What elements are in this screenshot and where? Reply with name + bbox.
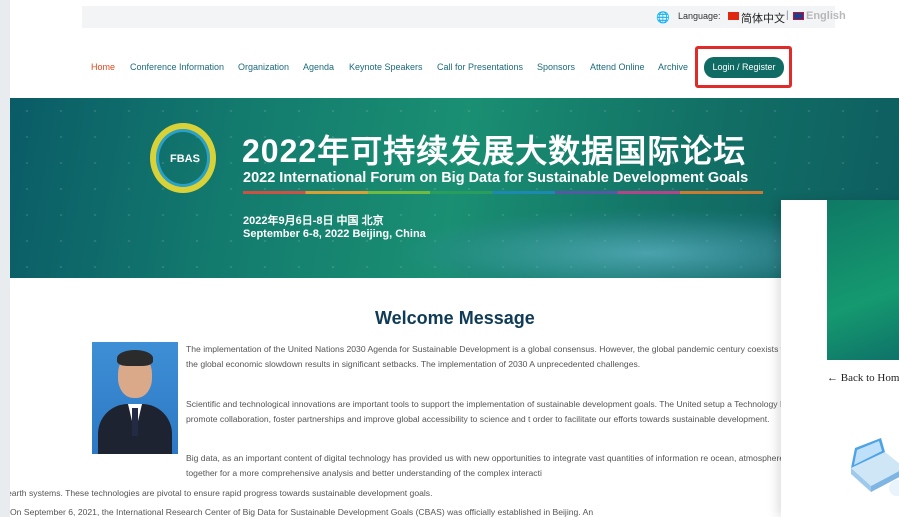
nav-item-call-for-presentations[interactable]: Call for Presentations bbox=[437, 62, 523, 72]
language-option-english[interactable]: English bbox=[806, 10, 846, 22]
laptop-illustration-icon bbox=[851, 438, 899, 496]
language-separator: | bbox=[786, 10, 789, 21]
sdg-color-strip bbox=[243, 191, 763, 194]
language-label: Language: bbox=[678, 11, 721, 21]
hero-banner: FBAS 2022年可持续发展大数据国际论坛 2022 Internationa… bbox=[10, 98, 899, 278]
nav-item-conference-information[interactable]: Conference Information bbox=[130, 62, 224, 72]
nav-item-organization[interactable]: Organization bbox=[238, 62, 289, 72]
login-highlight-box bbox=[695, 46, 792, 88]
banner-date-english: September 6-8, 2022 Beijing, China bbox=[243, 228, 426, 240]
nav-item-keynote-speakers[interactable]: Keynote Speakers bbox=[349, 62, 423, 72]
welcome-paragraph-4: On September 6, 2021, the International … bbox=[10, 507, 594, 517]
side-overlay-panel: ← Back to Home bbox=[781, 200, 899, 517]
nav-item-agenda[interactable]: Agenda bbox=[303, 62, 334, 72]
overlay-banner-image bbox=[827, 200, 899, 360]
banner-title-chinese: 2022年可持续发展大数据国际论坛 bbox=[242, 133, 747, 169]
globe-icon: 🌐 bbox=[656, 12, 670, 24]
banner-title-english: 2022 International Forum on Big Data for… bbox=[243, 170, 749, 186]
uk-flag-icon[interactable] bbox=[793, 12, 804, 20]
nav-item-archive[interactable]: Archive bbox=[658, 62, 688, 72]
back-to-home-link[interactable]: ← Back to Home bbox=[827, 372, 899, 384]
logo-text: FBAS bbox=[170, 153, 200, 165]
page: 🌐 Language: 简体中文 | English Home Conferen… bbox=[10, 0, 899, 517]
speaker-photo bbox=[92, 342, 178, 454]
nav-item-home[interactable]: Home bbox=[91, 62, 115, 72]
banner-date-chinese: 2022年9月6日-8日 中国 北京 bbox=[243, 215, 384, 227]
language-bar: 🌐 Language: 简体中文 | English bbox=[82, 6, 846, 28]
language-option-chinese[interactable]: 简体中文 bbox=[741, 10, 785, 26]
china-flag-icon[interactable] bbox=[728, 12, 739, 20]
nav-item-attend-online[interactable]: Attend Online bbox=[590, 62, 645, 72]
welcome-paragraph-3-continued: earth systems. These technologies are pi… bbox=[10, 488, 433, 498]
welcome-heading: Welcome Message bbox=[375, 308, 535, 328]
nav-item-sponsors[interactable]: Sponsors bbox=[537, 62, 575, 72]
